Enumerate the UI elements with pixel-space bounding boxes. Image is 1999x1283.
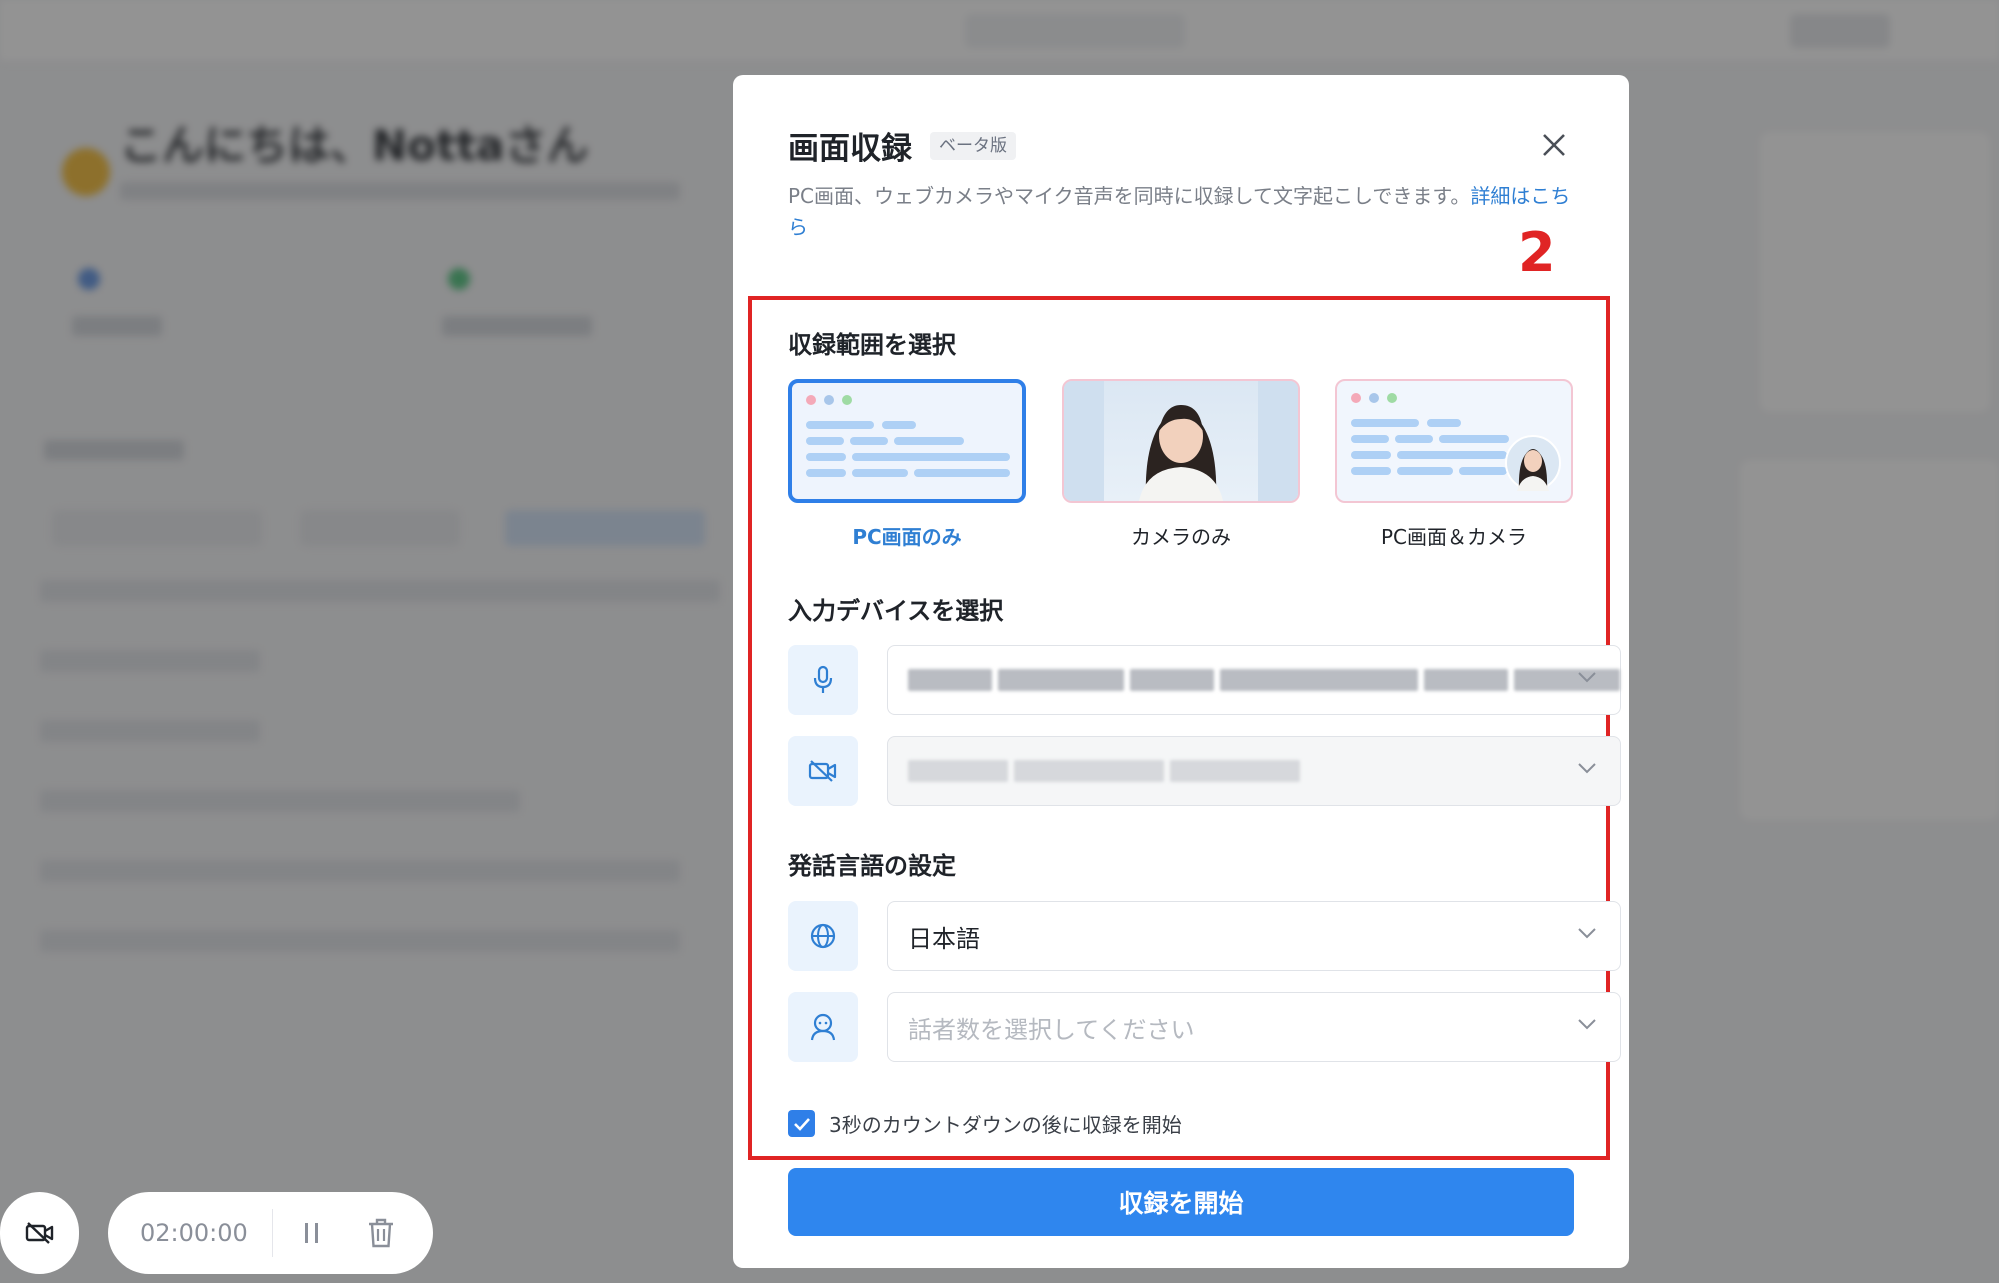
- option-pc-and-camera[interactable]: [1335, 379, 1573, 503]
- chevron-down-icon: [1578, 1019, 1596, 1030]
- camera-select[interactable]: [887, 736, 1621, 806]
- microphone-select[interactable]: [887, 645, 1621, 715]
- user-icon: [810, 1013, 836, 1041]
- delete-recording-button[interactable]: [364, 1215, 399, 1251]
- dialog-description: PC画面、ウェブカメラやマイク音声を同時に収録して文字起こしできます。詳細はこち…: [788, 181, 1578, 243]
- person-illustration: [1064, 381, 1298, 501]
- screen-recording-dialog: 画面収録 ベータ版 PC画面、ウェブカメラやマイク音声を同時に収録して文字起こし…: [733, 75, 1629, 1268]
- chevron-down-icon: [1578, 763, 1596, 774]
- pause-button[interactable]: [295, 1215, 330, 1251]
- countdown-label[interactable]: 3秒のカウントダウンの後に収録を開始: [829, 1109, 1182, 1138]
- check-icon: [793, 1117, 810, 1131]
- countdown-option: 3秒のカウントダウンの後に収録を開始: [788, 1109, 1182, 1138]
- chevron-down-icon: [1578, 928, 1596, 939]
- start-recording-button[interactable]: 収録を開始: [788, 1168, 1574, 1236]
- microphone-icon-box: [788, 645, 858, 715]
- option-pc-and-camera-label[interactable]: PC画面＆カメラ: [1335, 521, 1573, 550]
- globe-icon-box: [788, 901, 858, 971]
- close-button[interactable]: [1533, 124, 1575, 166]
- microphone-icon: [813, 665, 833, 693]
- window-dots: [1351, 393, 1397, 403]
- language-value: 日本語: [908, 924, 980, 953]
- language-select[interactable]: 日本語: [887, 901, 1621, 971]
- camera-off-icon: [25, 1222, 53, 1244]
- redacted-device-name: [908, 760, 1300, 782]
- divider: [271, 1209, 273, 1257]
- countdown-checkbox[interactable]: [788, 1110, 815, 1137]
- description-text: PC画面、ウェブカメラやマイク音声を同時に収録して文字起こしできます。: [788, 184, 1471, 208]
- beta-badge: ベータ版: [930, 132, 1016, 160]
- option-pc-screen[interactable]: [788, 379, 1026, 503]
- option-pc-screen-label[interactable]: PC画面のみ: [788, 521, 1026, 550]
- pause-icon: [305, 1223, 319, 1243]
- step-number: 2: [1518, 221, 1556, 284]
- close-icon: [1543, 134, 1565, 156]
- trash-icon: [369, 1218, 394, 1248]
- camera-bubble-illustration: [1505, 435, 1561, 491]
- speaker-count-select[interactable]: 話者数を選択してください: [887, 992, 1621, 1062]
- option-camera-only-label[interactable]: カメラのみ: [1062, 521, 1300, 550]
- range-section-title: 収録範囲を選択: [788, 331, 956, 359]
- option-camera-only[interactable]: [1062, 379, 1300, 503]
- camera-off-icon: [808, 760, 837, 782]
- recorder-camera-button[interactable]: [0, 1192, 79, 1274]
- redacted-device-name: [908, 669, 1620, 691]
- recording-timer: 02:00:00: [140, 1219, 248, 1247]
- globe-icon: [810, 923, 836, 949]
- user-icon-box: [788, 992, 858, 1062]
- recorder-bar: 02:00:00: [108, 1192, 433, 1274]
- dialog-title: 画面収録: [788, 131, 912, 167]
- camera-icon-box: [788, 736, 858, 806]
- chevron-down-icon: [1578, 672, 1596, 683]
- device-section-title: 入力デバイスを選択: [788, 597, 1004, 625]
- language-section-title: 発話言語の設定: [788, 852, 956, 880]
- speaker-count-placeholder: 話者数を選択してください: [908, 1015, 1195, 1044]
- window-dots: [806, 395, 852, 405]
